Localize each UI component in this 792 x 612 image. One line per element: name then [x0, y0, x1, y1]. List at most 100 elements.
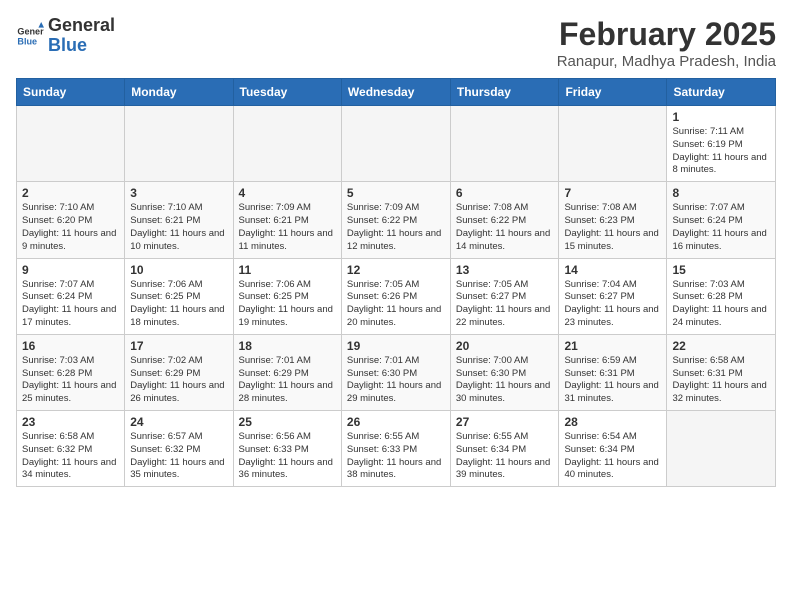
svg-text:General: General: [17, 26, 44, 36]
calendar-day-cell: 9Sunrise: 7:07 AM Sunset: 6:24 PM Daylig…: [17, 258, 125, 334]
day-number: 20: [456, 339, 554, 353]
day-info: Sunrise: 6:58 AM Sunset: 6:32 PM Dayligh…: [22, 431, 119, 482]
title-block: February 2025 Ranapur, Madhya Pradesh, I…: [557, 16, 776, 70]
calendar-day-cell: 13 Sunrise: 7:05 AM Sunset: 6:27 PM Dayli…: [450, 258, 559, 334]
day-number: 27: [456, 415, 554, 429]
logo-blue-text: Blue: [48, 35, 87, 55]
day-info: Sunrise: 7:09 AM Sunset: 6:22 PM Dayligh…: [347, 202, 445, 253]
calendar-day-cell: 10Sunrise: 7:06 AM Sunset: 6:25 PM Dayli…: [125, 258, 233, 334]
calendar-day-cell: 26Sunrise: 6:55 AM Sunset: 6:33 PM Dayli…: [341, 411, 450, 487]
day-info: Sunrise: 7:11 AM Sunset: 6:19 PM Dayligh…: [672, 126, 770, 177]
day-info: Sunrise: 7:10 AM Sunset: 6:20 PM Dayligh…: [22, 202, 119, 253]
calendar-day-cell: 1 Sunrise: 7:11 AM Sunset: 6:19 PM Daylig…: [667, 106, 776, 182]
calendar-day-cell: 8 Sunrise: 7:07 AM Sunset: 6:24 PM Daylig…: [667, 182, 776, 258]
day-info: Sunrise: 7:06 AM Sunset: 6:25 PM Dayligh…: [239, 279, 336, 330]
svg-text:Blue: Blue: [17, 36, 37, 46]
calendar-day-cell: 25Sunrise: 6:56 AM Sunset: 6:33 PM Dayli…: [233, 411, 341, 487]
calendar-day-cell: [233, 106, 341, 182]
day-info: Sunrise: 7:00 AM Sunset: 6:30 PM Dayligh…: [456, 355, 554, 406]
day-number: 8: [672, 186, 770, 200]
calendar-day-cell: 12 Sunrise: 7:05 AM Sunset: 6:26 PM Dayli…: [341, 258, 450, 334]
calendar-day-cell: 24Sunrise: 6:57 AM Sunset: 6:32 PM Dayli…: [125, 411, 233, 487]
day-number: 3: [130, 186, 227, 200]
calendar-day-cell: 7 Sunrise: 7:08 AM Sunset: 6:23 PM Daylig…: [559, 182, 667, 258]
calendar-day-cell: 23 Sunrise: 6:58 AM Sunset: 6:32 PM Dayli…: [17, 411, 125, 487]
weekday-header-tuesday: Tuesday: [233, 79, 341, 106]
day-info: Sunrise: 7:03 AM Sunset: 6:28 PM Dayligh…: [22, 355, 119, 406]
calendar-week-row: 2 Sunrise: 7:10 AM Sunset: 6:20 PM Daylig…: [17, 182, 776, 258]
calendar-day-cell: [17, 106, 125, 182]
day-info: Sunrise: 6:59 AM Sunset: 6:31 PM Dayligh…: [564, 355, 661, 406]
day-number: 5: [347, 186, 445, 200]
day-number: 21: [564, 339, 661, 353]
day-number: 2: [22, 186, 119, 200]
calendar-week-row: 9Sunrise: 7:07 AM Sunset: 6:24 PM Daylig…: [17, 258, 776, 334]
calendar-day-cell: 22Sunrise: 6:58 AM Sunset: 6:31 PM Dayli…: [667, 334, 776, 410]
month-title: February 2025: [557, 16, 776, 53]
weekday-header-friday: Friday: [559, 79, 667, 106]
calendar-week-row: 16 Sunrise: 7:03 AM Sunset: 6:28 PM Dayli…: [17, 334, 776, 410]
logo-general-text: General: [48, 16, 115, 36]
calendar-day-cell: [341, 106, 450, 182]
day-number: 13: [456, 263, 554, 277]
day-number: 24: [130, 415, 227, 429]
day-number: 19: [347, 339, 445, 353]
calendar-day-cell: 28 Sunrise: 6:54 AM Sunset: 6:34 PM Dayli…: [559, 411, 667, 487]
calendar-week-row: 23 Sunrise: 6:58 AM Sunset: 6:32 PM Dayli…: [17, 411, 776, 487]
calendar-day-cell: 4Sunrise: 7:09 AM Sunset: 6:21 PM Daylig…: [233, 182, 341, 258]
calendar-day-cell: 16 Sunrise: 7:03 AM Sunset: 6:28 PM Dayli…: [17, 334, 125, 410]
calendar-day-cell: [125, 106, 233, 182]
day-info: Sunrise: 7:02 AM Sunset: 6:29 PM Dayligh…: [130, 355, 227, 406]
day-info: Sunrise: 7:01 AM Sunset: 6:29 PM Dayligh…: [239, 355, 336, 406]
day-info: Sunrise: 7:05 AM Sunset: 6:27 PM Dayligh…: [456, 279, 554, 330]
weekday-header-thursday: Thursday: [450, 79, 559, 106]
weekday-header-row: SundayMondayTuesdayWednesdayThursdayFrid…: [17, 79, 776, 106]
page-header: General Blue General Blue February 2025 …: [16, 16, 776, 70]
day-info: Sunrise: 7:03 AM Sunset: 6:28 PM Dayligh…: [672, 279, 770, 330]
calendar-day-cell: 19 Sunrise: 7:01 AM Sunset: 6:30 PM Dayli…: [341, 334, 450, 410]
day-number: 18: [239, 339, 336, 353]
calendar-day-cell: 6 Sunrise: 7:08 AM Sunset: 6:22 PM Daylig…: [450, 182, 559, 258]
day-number: 11: [239, 263, 336, 277]
calendar-week-row: 1 Sunrise: 7:11 AM Sunset: 6:19 PM Daylig…: [17, 106, 776, 182]
day-info: Sunrise: 6:54 AM Sunset: 6:34 PM Dayligh…: [564, 431, 661, 482]
day-info: Sunrise: 7:09 AM Sunset: 6:21 PM Dayligh…: [239, 202, 336, 253]
logo-icon: General Blue: [16, 22, 44, 50]
day-info: Sunrise: 6:55 AM Sunset: 6:34 PM Dayligh…: [456, 431, 554, 482]
day-number: 7: [564, 186, 661, 200]
day-number: 16: [22, 339, 119, 353]
day-number: 12: [347, 263, 445, 277]
day-info: Sunrise: 7:07 AM Sunset: 6:24 PM Dayligh…: [672, 202, 770, 253]
calendar-day-cell: 18 Sunrise: 7:01 AM Sunset: 6:29 PM Dayli…: [233, 334, 341, 410]
calendar-day-cell: 21 Sunrise: 6:59 AM Sunset: 6:31 PM Dayli…: [559, 334, 667, 410]
day-info: Sunrise: 7:07 AM Sunset: 6:24 PM Dayligh…: [22, 279, 119, 330]
day-number: 23: [22, 415, 119, 429]
day-number: 28: [564, 415, 661, 429]
calendar-day-cell: 27 Sunrise: 6:55 AM Sunset: 6:34 PM Dayli…: [450, 411, 559, 487]
day-info: Sunrise: 7:01 AM Sunset: 6:30 PM Dayligh…: [347, 355, 445, 406]
calendar-day-cell: 5 Sunrise: 7:09 AM Sunset: 6:22 PM Daylig…: [341, 182, 450, 258]
day-info: Sunrise: 7:05 AM Sunset: 6:26 PM Dayligh…: [347, 279, 445, 330]
calendar-day-cell: [559, 106, 667, 182]
day-number: 14: [564, 263, 661, 277]
day-info: Sunrise: 6:56 AM Sunset: 6:33 PM Dayligh…: [239, 431, 336, 482]
weekday-header-monday: Monday: [125, 79, 233, 106]
weekday-header-wednesday: Wednesday: [341, 79, 450, 106]
day-number: 15: [672, 263, 770, 277]
calendar-day-cell: 11 Sunrise: 7:06 AM Sunset: 6:25 PM Dayli…: [233, 258, 341, 334]
calendar-day-cell: 14 Sunrise: 7:04 AM Sunset: 6:27 PM Dayli…: [559, 258, 667, 334]
calendar-day-cell: 3Sunrise: 7:10 AM Sunset: 6:21 PM Daylig…: [125, 182, 233, 258]
day-number: 1: [672, 110, 770, 124]
day-info: Sunrise: 7:08 AM Sunset: 6:22 PM Dayligh…: [456, 202, 554, 253]
day-info: Sunrise: 7:04 AM Sunset: 6:27 PM Dayligh…: [564, 279, 661, 330]
logo: General Blue General Blue: [16, 16, 115, 56]
day-info: Sunrise: 7:08 AM Sunset: 6:23 PM Dayligh…: [564, 202, 661, 253]
calendar-day-cell: 17 Sunrise: 7:02 AM Sunset: 6:29 PM Dayli…: [125, 334, 233, 410]
calendar-day-cell: [450, 106, 559, 182]
day-number: 6: [456, 186, 554, 200]
day-number: 17: [130, 339, 227, 353]
calendar-table: SundayMondayTuesdayWednesdayThursdayFrid…: [16, 78, 776, 487]
location-text: Ranapur, Madhya Pradesh, India: [557, 53, 776, 70]
day-info: Sunrise: 6:55 AM Sunset: 6:33 PM Dayligh…: [347, 431, 445, 482]
calendar-day-cell: 20 Sunrise: 7:00 AM Sunset: 6:30 PM Dayli…: [450, 334, 559, 410]
